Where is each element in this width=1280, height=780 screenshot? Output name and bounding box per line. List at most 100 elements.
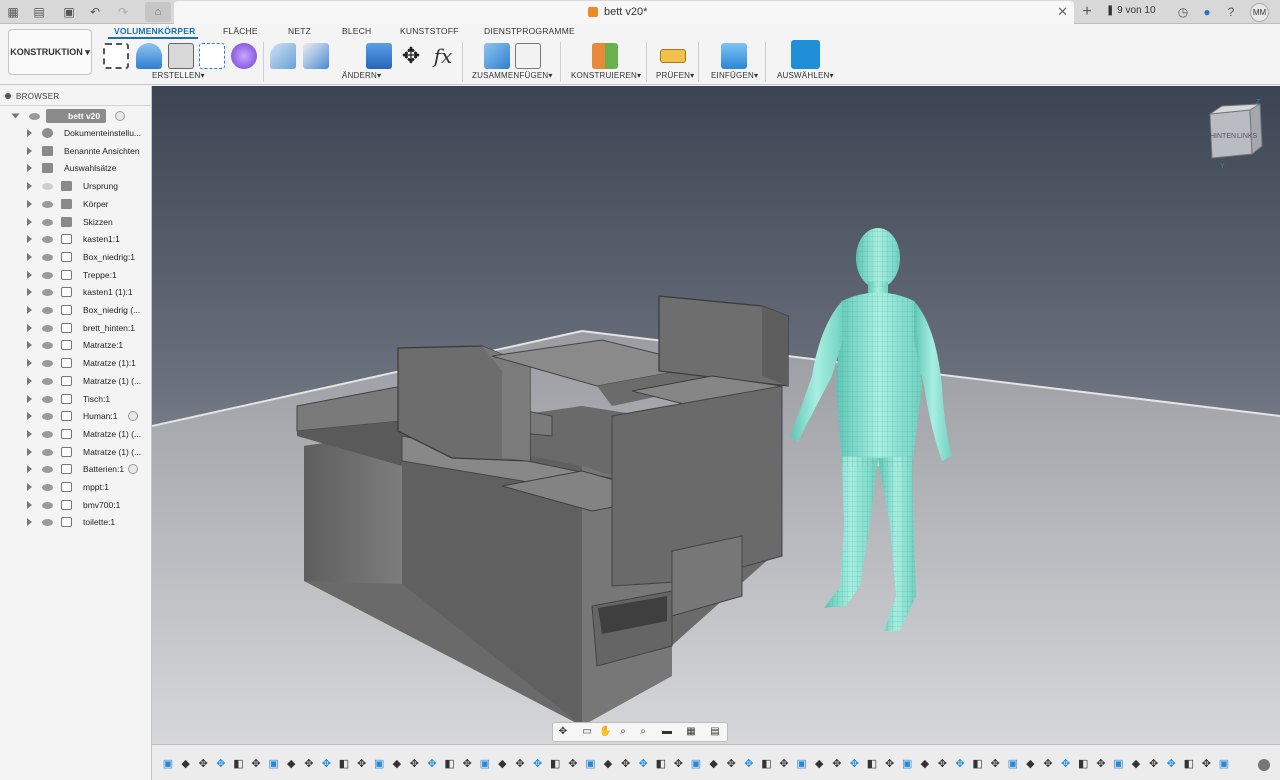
expand-icon[interactable] — [27, 270, 32, 279]
eye-icon[interactable] — [42, 519, 53, 527]
browser-header[interactable]: BROWSER — [0, 86, 151, 106]
expand-icon[interactable] — [27, 412, 32, 421]
tree-item[interactable]: brett_hinten:1 — [0, 320, 151, 337]
tree-item[interactable]: Skizzen — [0, 214, 151, 231]
eye-icon[interactable] — [42, 448, 53, 456]
tree-item[interactable]: bmv700:1 — [0, 497, 151, 514]
plus-icon[interactable]: + — [1076, 2, 1098, 22]
tab-dienstprogramme[interactable]: DIENSTPROGRAMME — [484, 26, 575, 36]
tree-item[interactable]: kasten1:1 — [0, 231, 151, 248]
tree-item[interactable]: toilette:1 — [0, 514, 151, 531]
expand-icon[interactable] — [11, 113, 20, 119]
tree-item[interactable]: Benannte Ansichten — [0, 143, 151, 160]
timeline-feature-icon[interactable]: ◧ — [655, 758, 667, 770]
timeline-feature-icon[interactable]: ◧ — [760, 758, 772, 770]
workspace-switcher[interactable]: KONSTRUKTION ▾ — [8, 29, 92, 75]
measure-icon[interactable] — [660, 49, 686, 63]
timeline-feature-icon[interactable]: ✥ — [954, 758, 966, 770]
tree-item[interactable]: Ursprung — [0, 178, 151, 195]
timeline-feature-icon[interactable]: ✥ — [989, 758, 1001, 770]
group-einfuegen[interactable]: EINFÜGEN▾ — [711, 71, 758, 80]
activate-radio[interactable] — [115, 111, 125, 121]
look-at-icon[interactable]: ▭ — [581, 726, 593, 738]
tree-item[interactable]: Matratze (1) (... — [0, 426, 151, 443]
timeline-feature-icon[interactable]: ✥ — [1148, 758, 1160, 770]
expand-icon[interactable] — [27, 182, 32, 191]
create-sketch-icon[interactable] — [103, 43, 129, 69]
group-aendern[interactable]: ÄNDERN▾ — [342, 71, 381, 80]
timeline-feature-icon[interactable]: ◧ — [972, 758, 984, 770]
tree-item[interactable]: kasten1 (1):1 — [0, 284, 151, 301]
timeline-feature-icon[interactable]: ◆ — [285, 758, 297, 770]
eye-icon[interactable] — [42, 271, 53, 279]
eye-icon[interactable] — [42, 501, 53, 509]
eye-icon[interactable] — [42, 342, 53, 350]
timeline-feature-icon[interactable]: ◆ — [919, 758, 931, 770]
expand-icon[interactable] — [27, 252, 32, 261]
tree-item[interactable]: Körper — [0, 196, 151, 213]
timeline-feature-icon[interactable]: ▣ — [1112, 758, 1124, 770]
timeline-feature-icon[interactable]: ◧ — [866, 758, 878, 770]
timeline-feature-icon[interactable]: ▣ — [584, 758, 596, 770]
timeline-feature-icon[interactable]: ✥ — [1200, 758, 1212, 770]
joint-icon[interactable] — [515, 43, 541, 69]
clock-icon[interactable]: ◷ — [1174, 3, 1192, 21]
expand-icon[interactable] — [27, 518, 32, 527]
eye-icon[interactable] — [42, 430, 53, 438]
timeline-feature-icon[interactable]: ◆ — [180, 758, 192, 770]
eye-icon[interactable] — [42, 218, 53, 226]
version-indicator[interactable]: ❚ 9 von 10 — [1106, 5, 1156, 16]
timeline-feature-icon[interactable]: ▣ — [690, 758, 702, 770]
grid-icon[interactable]: ▦ — [4, 3, 22, 21]
document-tab[interactable]: bett v20* ✕ — [174, 1, 1074, 24]
timeline-feature-icon[interactable]: ✥ — [356, 758, 368, 770]
expand-icon[interactable] — [27, 394, 32, 403]
tree-item[interactable]: Box_niedrig:1 — [0, 249, 151, 266]
settings-gear-icon[interactable] — [1258, 759, 1270, 771]
expand-icon[interactable] — [27, 429, 32, 438]
timeline-feature-icon[interactable]: ◧ — [444, 758, 456, 770]
eye-icon[interactable] — [42, 377, 53, 385]
expand-icon[interactable] — [27, 500, 32, 509]
tree-item[interactable]: Matratze:1 — [0, 337, 151, 354]
timeline-feature-icon[interactable]: ✥ — [725, 758, 737, 770]
expand-icon[interactable] — [27, 217, 32, 226]
timeline-feature-icon[interactable]: ▣ — [1007, 758, 1019, 770]
timeline-feature-icon[interactable]: ✥ — [567, 758, 579, 770]
tab-blech[interactable]: BLECH — [342, 26, 371, 36]
timeline-feature-icon[interactable]: ▣ — [479, 758, 491, 770]
sweep-icon[interactable] — [199, 43, 225, 69]
expand-icon[interactable] — [27, 376, 32, 385]
timeline-feature-icon[interactable]: ◧ — [1183, 758, 1195, 770]
timeline-feature-icon[interactable]: ✥ — [1165, 758, 1177, 770]
timeline-feature-icon[interactable]: ✥ — [778, 758, 790, 770]
collapse-icon[interactable] — [5, 93, 11, 99]
file-icon[interactable]: ▤ — [30, 3, 48, 21]
timeline-feature-icon[interactable]: ▣ — [901, 758, 913, 770]
activate-radio[interactable] — [128, 464, 138, 475]
timeline-feature-icon[interactable]: ✥ — [672, 758, 684, 770]
root-component[interactable]: bett v20 — [46, 109, 106, 123]
home-icon[interactable]: ⌂ — [145, 2, 171, 22]
timeline-feature-icon[interactable]: ◆ — [813, 758, 825, 770]
eye-icon[interactable] — [42, 253, 53, 261]
tree-item[interactable]: Dokumenteinstellu... — [0, 125, 151, 142]
expand-icon[interactable] — [27, 129, 32, 137]
orbit-icon[interactable]: ✥ — [557, 726, 569, 738]
timeline-feature-icon[interactable]: ✥ — [461, 758, 473, 770]
viewports-icon[interactable]: ▤ — [709, 726, 721, 738]
tab-flaeche[interactable]: FLÄCHE — [223, 26, 258, 36]
timeline-feature-icon[interactable]: ✥ — [1060, 758, 1072, 770]
eye-icon[interactable] — [29, 113, 40, 120]
tree-item[interactable]: Tisch:1 — [0, 391, 151, 408]
timeline-feature-icon[interactable]: ✥ — [197, 758, 209, 770]
new-component-icon[interactable] — [484, 43, 510, 69]
parameters-icon[interactable]: fx — [430, 43, 456, 69]
expand-icon[interactable] — [27, 235, 32, 244]
timeline-feature-icon[interactable]: ◧ — [1077, 758, 1089, 770]
expand-icon[interactable] — [27, 465, 32, 474]
timeline-feature-icon[interactable]: ✥ — [884, 758, 896, 770]
timeline-feature-icon[interactable]: ✥ — [532, 758, 544, 770]
zoom-icon[interactable]: ⌕ — [617, 726, 629, 738]
timeline-feature-icon[interactable]: ✥ — [250, 758, 262, 770]
